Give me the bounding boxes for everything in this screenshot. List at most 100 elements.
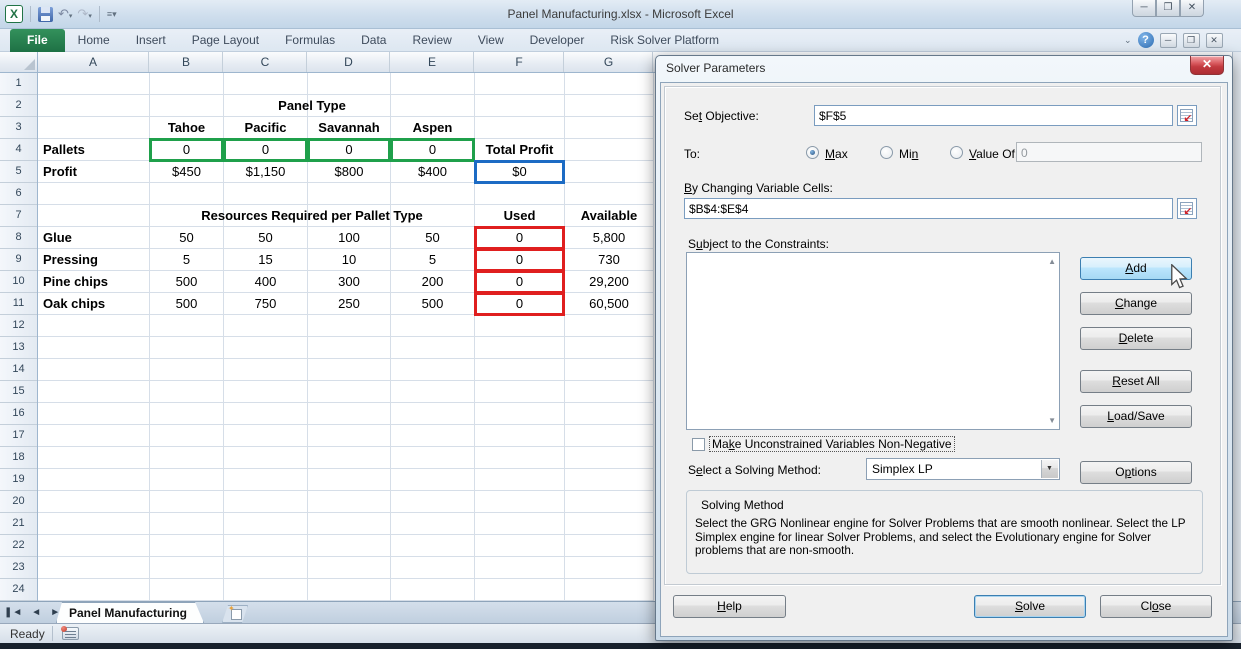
ribbon-tab-view[interactable]: View bbox=[465, 29, 517, 52]
row-header-20[interactable]: 20 bbox=[0, 491, 37, 513]
cell-A5[interactable]: Profit bbox=[38, 161, 149, 183]
ribbon-tab-file[interactable]: File bbox=[10, 29, 65, 52]
load-save-button[interactable]: Load/Save bbox=[1080, 405, 1192, 428]
row-header-8[interactable]: 8 bbox=[0, 227, 37, 249]
cell-F9[interactable]: 0 bbox=[474, 248, 565, 272]
variable-cells-input[interactable]: $B$4:$E$4 bbox=[684, 198, 1173, 219]
solving-method-dropdown[interactable]: Simplex LP bbox=[866, 458, 1060, 480]
row-header-2[interactable]: 2 bbox=[0, 95, 37, 117]
close-icon[interactable]: ✕ bbox=[1180, 0, 1204, 17]
ribbon-tab-insert[interactable]: Insert bbox=[123, 29, 179, 52]
cell-B4[interactable]: 0 bbox=[149, 138, 224, 162]
cell-B2[interactable]: Panel Type bbox=[150, 95, 474, 117]
cell-D3[interactable]: Savannah bbox=[308, 117, 390, 139]
column-header-E[interactable]: E bbox=[391, 52, 474, 72]
column-header-A[interactable]: A bbox=[38, 52, 149, 72]
cell-D11[interactable]: 250 bbox=[308, 293, 390, 315]
first-sheet-icon[interactable]: ❚◄ bbox=[4, 605, 22, 621]
row-header-6[interactable]: 6 bbox=[0, 183, 37, 205]
cell-D8[interactable]: 100 bbox=[308, 227, 390, 249]
help-icon[interactable]: ? bbox=[1138, 32, 1154, 48]
cell-F8[interactable]: 0 bbox=[474, 226, 565, 250]
max-radio[interactable] bbox=[806, 146, 819, 159]
dialog-close-icon[interactable]: ✕ bbox=[1190, 56, 1224, 75]
cell-D9[interactable]: 10 bbox=[308, 249, 390, 271]
ribbon-tab-page-layout[interactable]: Page Layout bbox=[179, 29, 272, 52]
ribbon-tab-risk-solver-platform[interactable]: Risk Solver Platform bbox=[597, 29, 732, 52]
ribbon-tab-home[interactable]: Home bbox=[65, 29, 123, 52]
row-header-1[interactable]: 1 bbox=[0, 73, 37, 95]
cell-C5[interactable]: $1,150 bbox=[224, 161, 307, 183]
cell-A11[interactable]: Oak chips bbox=[38, 293, 149, 315]
cell-D4[interactable]: 0 bbox=[307, 138, 391, 162]
cell-C9[interactable]: 15 bbox=[224, 249, 307, 271]
row-header-4[interactable]: 4 bbox=[0, 139, 37, 161]
row-header-7[interactable]: 7 bbox=[0, 205, 37, 227]
row-header-5[interactable]: 5 bbox=[0, 161, 37, 183]
scroll-up-icon[interactable]: ▲ bbox=[1048, 257, 1056, 266]
cell-F4[interactable]: Total Profit bbox=[475, 139, 564, 161]
cell-F7[interactable]: Used bbox=[475, 205, 564, 227]
select-all-corner[interactable] bbox=[0, 52, 38, 72]
cell-C8[interactable]: 50 bbox=[224, 227, 307, 249]
row-header-13[interactable]: 13 bbox=[0, 337, 37, 359]
cell-G7[interactable]: Available bbox=[565, 205, 653, 227]
row-header-14[interactable]: 14 bbox=[0, 359, 37, 381]
cell-E4[interactable]: 0 bbox=[390, 138, 475, 162]
cell-D5[interactable]: $800 bbox=[308, 161, 390, 183]
row-header-19[interactable]: 19 bbox=[0, 469, 37, 491]
cell-E3[interactable]: Aspen bbox=[391, 117, 474, 139]
ribbon-tab-developer[interactable]: Developer bbox=[517, 29, 598, 52]
set-objective-range-selector-icon[interactable] bbox=[1177, 105, 1197, 126]
value-of-input[interactable]: 0 bbox=[1016, 142, 1202, 162]
cell-G10[interactable]: 29,200 bbox=[565, 271, 653, 293]
cell-A4[interactable]: Pallets bbox=[38, 139, 149, 161]
change-button[interactable]: Change bbox=[1080, 292, 1192, 315]
row-header-22[interactable]: 22 bbox=[0, 535, 37, 557]
cell-E10[interactable]: 200 bbox=[391, 271, 474, 293]
cell-B5[interactable]: $450 bbox=[150, 161, 223, 183]
variable-cells-range-selector-icon[interactable] bbox=[1177, 198, 1197, 219]
cell-C3[interactable]: Pacific bbox=[224, 117, 307, 139]
row-header-16[interactable]: 16 bbox=[0, 403, 37, 425]
help-button[interactable]: Help bbox=[673, 595, 786, 618]
row-header-17[interactable]: 17 bbox=[0, 425, 37, 447]
close-button[interactable]: Close bbox=[1100, 595, 1212, 618]
cell-C10[interactable]: 400 bbox=[224, 271, 307, 293]
column-header-C[interactable]: C bbox=[224, 52, 307, 72]
cell-A9[interactable]: Pressing bbox=[38, 249, 149, 271]
cell-B8[interactable]: 50 bbox=[150, 227, 223, 249]
ribbon-tab-review[interactable]: Review bbox=[399, 29, 464, 52]
cell-E11[interactable]: 500 bbox=[391, 293, 474, 315]
delete-button[interactable]: Delete bbox=[1080, 327, 1192, 350]
workbook-close-icon[interactable]: ✕ bbox=[1206, 33, 1223, 48]
row-header-11[interactable]: 11 bbox=[0, 293, 37, 315]
cell-B7[interactable]: Resources Required per Pallet Type bbox=[150, 205, 474, 227]
row-header-3[interactable]: 3 bbox=[0, 117, 37, 139]
row-header-10[interactable]: 10 bbox=[0, 271, 37, 293]
min-radio[interactable] bbox=[880, 146, 893, 159]
scroll-down-icon[interactable]: ▼ bbox=[1048, 416, 1056, 425]
workbook-minimize-icon[interactable]: ─ bbox=[1160, 33, 1177, 48]
column-header-B[interactable]: B bbox=[150, 52, 223, 72]
cell-B9[interactable]: 5 bbox=[150, 249, 223, 271]
cell-E9[interactable]: 5 bbox=[391, 249, 474, 271]
cell-A10[interactable]: Pine chips bbox=[38, 271, 149, 293]
cell-E8[interactable]: 50 bbox=[391, 227, 474, 249]
ribbon-tab-formulas[interactable]: Formulas bbox=[272, 29, 348, 52]
cell-C4[interactable]: 0 bbox=[223, 138, 308, 162]
cell-F11[interactable]: 0 bbox=[474, 292, 565, 316]
column-header-F[interactable]: F bbox=[475, 52, 564, 72]
value-of-radio[interactable] bbox=[950, 146, 963, 159]
cell-B3[interactable]: Tahoe bbox=[150, 117, 223, 139]
cell-G8[interactable]: 5,800 bbox=[565, 227, 653, 249]
cell-E5[interactable]: $400 bbox=[391, 161, 474, 183]
cell-G9[interactable]: 730 bbox=[565, 249, 653, 271]
row-header-12[interactable]: 12 bbox=[0, 315, 37, 337]
row-header-21[interactable]: 21 bbox=[0, 513, 37, 535]
insert-worksheet-tab[interactable] bbox=[222, 605, 248, 623]
ribbon-tab-data[interactable]: Data bbox=[348, 29, 399, 52]
cell-D10[interactable]: 300 bbox=[308, 271, 390, 293]
column-header-G[interactable]: G bbox=[565, 52, 653, 72]
cell-B10[interactable]: 500 bbox=[150, 271, 223, 293]
